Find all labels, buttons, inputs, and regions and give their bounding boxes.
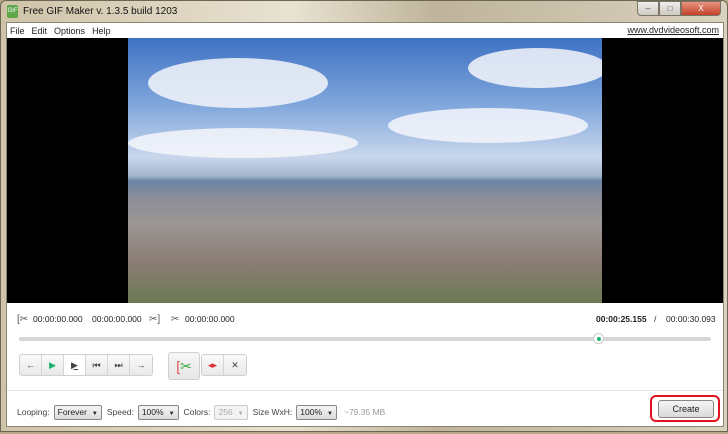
speed-label: Speed: xyxy=(106,407,134,417)
video-frame xyxy=(128,38,602,303)
menu-help[interactable]: Help xyxy=(92,26,111,36)
app-window: GIF Free GIF Maker v. 1.3.5 build 1203 –… xyxy=(0,0,728,432)
close-button[interactable]: X xyxy=(681,1,721,16)
cut-button[interactable]: [✂ xyxy=(168,352,200,380)
duration-time: 00:00:00.000 xyxy=(185,314,235,324)
prev-frame-button[interactable]: ← xyxy=(20,355,42,375)
delete-mark-button[interactable]: ✕ xyxy=(224,355,246,375)
looping-select[interactable]: Forever xyxy=(53,404,102,420)
size-estimate: ~79.35 MB xyxy=(343,407,386,417)
time-row: [✂ 00:00:00.000 00:00:00.000 ✂] ✂ 00:00:… xyxy=(17,313,716,325)
start-marker-icon[interactable]: [✂ xyxy=(17,314,28,325)
end-marker-icon[interactable]: ✂] xyxy=(149,314,160,325)
video-preview xyxy=(7,38,723,303)
colors-label: Colors: xyxy=(183,407,211,417)
duration-icon: ✂ xyxy=(171,314,180,325)
app-icon: GIF xyxy=(7,5,18,18)
go-start-button[interactable]: ⏮ xyxy=(86,355,108,375)
total-time: 00:00:30.093 xyxy=(666,314,716,324)
playback-controls: ← ▶ ▶̲ ⏮ ⏭ → xyxy=(19,354,153,376)
size-label: Size WxH: xyxy=(252,407,293,417)
window-title: Free GIF Maker v. 1.3.5 build 1203 xyxy=(23,6,178,17)
maximize-button[interactable]: □ xyxy=(659,1,681,16)
looping-label: Looping: xyxy=(17,407,50,417)
divider xyxy=(7,390,723,391)
next-frame-button[interactable]: → xyxy=(130,355,152,375)
end-time: 00:00:00.000 xyxy=(92,314,142,324)
menu-bar: File Edit Options Help www.dvdvideosoft.… xyxy=(7,23,723,38)
time-separator: / xyxy=(654,314,657,324)
edit-controls: ◂▸ ✕ xyxy=(201,354,247,376)
minimize-button[interactable]: – xyxy=(637,1,659,16)
menu-edit[interactable]: Edit xyxy=(32,26,48,36)
scissors-icon: ✂ xyxy=(180,358,192,374)
size-select[interactable]: 100% xyxy=(296,404,337,420)
go-end-button[interactable]: ⏭ xyxy=(108,355,130,375)
play-button[interactable]: ▶ xyxy=(42,355,64,375)
create-button[interactable]: Create xyxy=(658,400,714,418)
settings-bar: Looping: Forever Speed: 100% Colors: 256… xyxy=(17,404,385,420)
client-area: File Edit Options Help www.dvdvideosoft.… xyxy=(6,22,724,427)
start-time: 00:00:00.000 xyxy=(33,314,83,324)
seek-thumb[interactable] xyxy=(592,333,604,344)
current-time: 00:00:25.155 xyxy=(596,314,647,324)
play-selection-button[interactable]: ▶̲ xyxy=(64,355,86,375)
speed-select[interactable]: 100% xyxy=(137,404,179,420)
menu-options[interactable]: Options xyxy=(54,26,85,36)
colors-select: 256 xyxy=(214,404,248,420)
website-link[interactable]: www.dvdvideosoft.com xyxy=(627,25,719,35)
mark-button[interactable]: ◂▸ xyxy=(202,355,224,375)
seek-slider[interactable] xyxy=(19,333,711,344)
title-bar: GIF Free GIF Maker v. 1.3.5 build 1203 –… xyxy=(1,1,727,21)
menu-file[interactable]: File xyxy=(10,26,25,36)
